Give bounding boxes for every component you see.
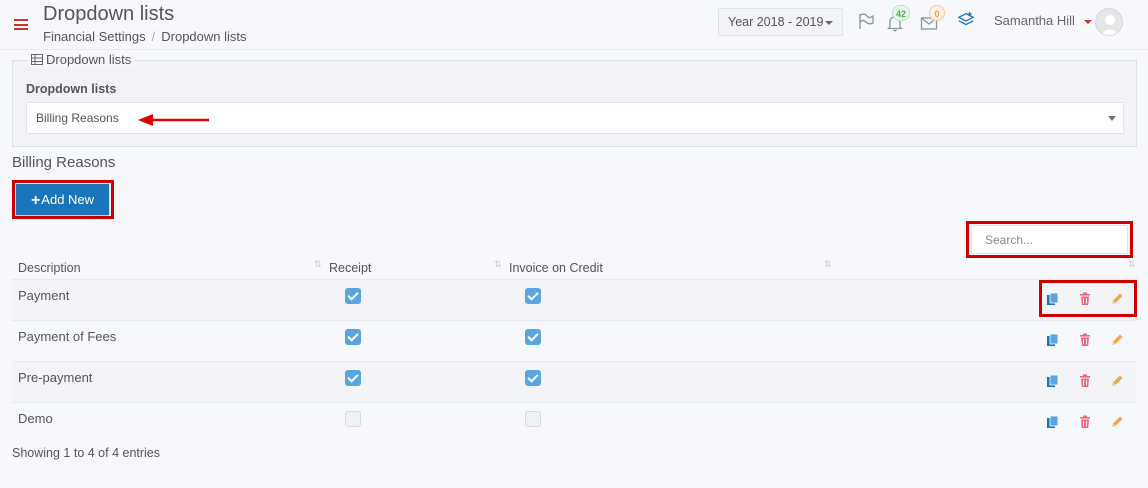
layers-icon[interactable] — [957, 11, 975, 29]
receipt-checkbox[interactable] — [345, 329, 361, 345]
panel-legend: Dropdown lists — [28, 52, 135, 67]
add-new-button[interactable]: +Add New — [16, 184, 109, 215]
copy-icon[interactable] — [1046, 415, 1060, 429]
year-select-value: Year 2018 - 2019 — [728, 15, 824, 29]
receipt-checkbox[interactable] — [345, 288, 361, 304]
row-description: Payment — [18, 288, 70, 303]
chevron-down-icon — [1108, 116, 1116, 121]
avatar[interactable] — [1095, 8, 1123, 36]
sort-icon[interactable]: ⇅ — [824, 259, 831, 270]
user-menu-caret-icon[interactable] — [1084, 20, 1092, 24]
user-name[interactable]: Samantha Hill — [994, 13, 1075, 28]
column-header-description[interactable]: Description — [18, 261, 81, 275]
row-description: Payment of Fees — [18, 329, 117, 344]
receipt-checkbox[interactable] — [345, 411, 361, 427]
chevron-down-icon — [825, 21, 833, 25]
section-title: Billing Reasons — [12, 154, 116, 171]
top-bar: Dropdown lists Financial Settings / Dropdo… — [0, 0, 1148, 50]
delete-icon[interactable] — [1078, 415, 1092, 429]
row-description: Demo — [18, 411, 53, 426]
table-row: Demo — [12, 402, 1136, 443]
delete-icon[interactable] — [1078, 374, 1092, 388]
dropdown-lists-label: Dropdown lists — [26, 82, 117, 96]
invoice-on-credit-checkbox[interactable] — [525, 288, 541, 304]
dropdown-list-select-value: Billing Reasons — [36, 111, 119, 125]
year-select[interactable]: Year 2018 - 2019 — [718, 8, 843, 36]
notifications-badge: 42 — [892, 5, 911, 21]
table-row: Pre-payment — [12, 361, 1136, 402]
user-avatar-icon — [1100, 15, 1120, 35]
table-row: Payment — [12, 279, 1136, 320]
dropdown-lists-panel: Dropdown lists Dropdown lists Billing Re… — [12, 52, 1137, 147]
messages-badge: 0 — [929, 5, 945, 21]
column-header-receipt[interactable]: Receipt — [329, 261, 371, 275]
receipt-checkbox[interactable] — [345, 370, 361, 386]
sort-icon[interactable]: ⇅ — [314, 259, 321, 270]
edit-icon[interactable] — [1110, 374, 1124, 388]
add-new-label: Add New — [41, 192, 95, 207]
delete-icon[interactable] — [1078, 333, 1092, 347]
annotation-arrow — [138, 114, 209, 126]
invoice-on-credit-checkbox[interactable] — [525, 411, 541, 427]
table-info: Showing 1 to 4 of 4 entries — [12, 446, 161, 460]
edit-icon[interactable] — [1110, 415, 1124, 429]
search-input[interactable]: Search... — [971, 225, 1128, 254]
copy-icon[interactable] — [1046, 333, 1060, 347]
page-title: Dropdown lists — [43, 3, 175, 25]
copy-icon[interactable] — [1046, 292, 1060, 306]
plus-icon: + — [30, 192, 41, 209]
sort-icon[interactable]: ⇅ — [494, 259, 501, 270]
invoice-on-credit-checkbox[interactable] — [525, 329, 541, 345]
delete-icon[interactable] — [1078, 292, 1092, 306]
menu-icon[interactable] — [14, 19, 28, 30]
sort-icon[interactable]: ⇅ — [1128, 259, 1135, 270]
table-row: Payment of Fees — [12, 320, 1136, 361]
column-header-invoice-on-credit[interactable]: Invoice on Credit — [509, 261, 603, 275]
breadcrumb: Financial Settings / Dropdown lists — [43, 29, 247, 44]
copy-icon[interactable] — [1046, 374, 1060, 388]
invoice-on-credit-checkbox[interactable] — [525, 370, 541, 386]
breadcrumb-current: Dropdown lists — [161, 29, 247, 44]
breadcrumb-separator: / — [151, 29, 156, 44]
panel-legend-label: Dropdown lists — [46, 52, 132, 67]
table-icon — [31, 54, 43, 65]
breadcrumb-financial-settings[interactable]: Financial Settings — [43, 29, 146, 44]
row-description: Pre-payment — [18, 370, 93, 385]
edit-icon[interactable] — [1110, 333, 1124, 347]
flag-icon[interactable] — [857, 12, 875, 30]
edit-icon[interactable] — [1110, 292, 1124, 306]
